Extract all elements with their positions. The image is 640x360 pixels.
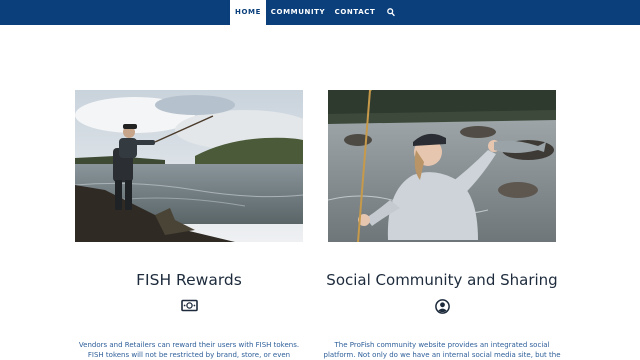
fish-rewards-description: Vendors and Retailers can reward their u… <box>78 341 300 359</box>
top-navbar: HOME COMMUNITY CONTACT <box>0 0 640 25</box>
woman-holding-fish-photo <box>328 90 556 242</box>
fly-fishing-photo <box>75 90 303 242</box>
search-icon <box>387 8 395 17</box>
search-button[interactable] <box>383 0 399 25</box>
social-community-description: The ProFish community website provides a… <box>323 341 561 359</box>
user-circle-icon <box>435 299 450 314</box>
nav-community-link[interactable]: COMMUNITY <box>270 0 326 25</box>
social-community-title: Social Community and Sharing <box>326 271 558 289</box>
fish-rewards-title: FISH Rewards <box>136 271 242 289</box>
nav-contact-link[interactable]: CONTACT <box>333 0 377 25</box>
money-bill-icon <box>181 299 198 312</box>
nav-home-link[interactable]: HOME <box>230 0 266 25</box>
